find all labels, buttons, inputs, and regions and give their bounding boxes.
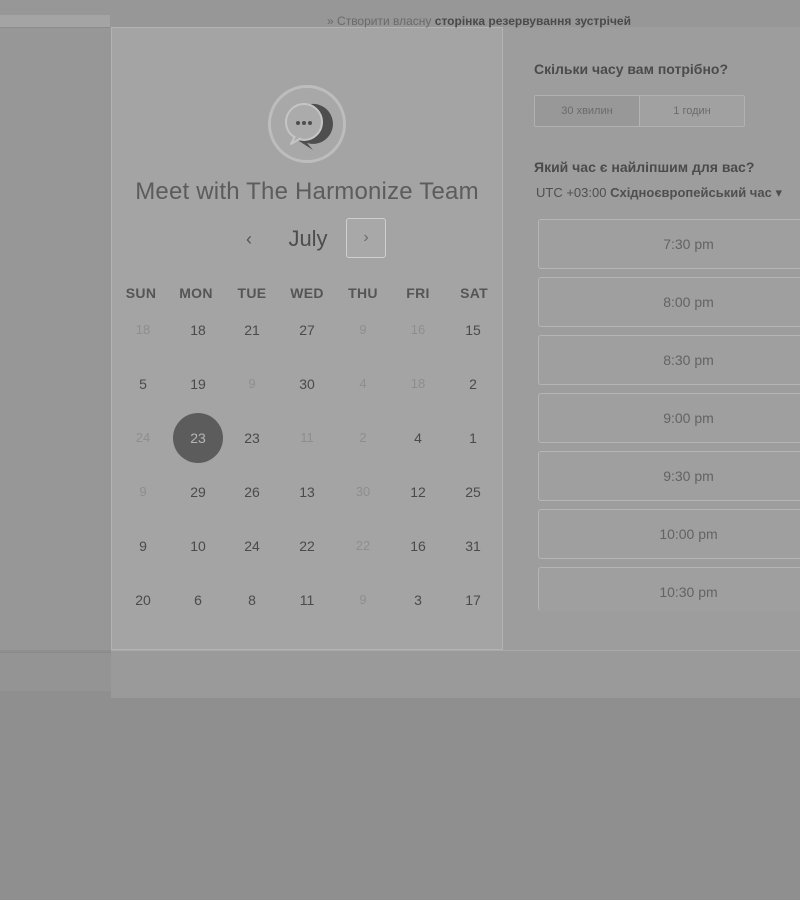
duration-selector: 30 хвилин 1 годин [534, 95, 745, 127]
calendar-day: 24 [135, 430, 151, 445]
calendar-day[interactable]: 17 [448, 575, 498, 625]
duration-option-1-hour[interactable]: 1 годин [640, 96, 744, 126]
calendar-day: 18 [410, 376, 426, 391]
footer-create-link[interactable]: » Створити власну сторінка резервування … [327, 14, 631, 28]
calendar-day[interactable]: 31 [448, 521, 498, 571]
timezone-offset: UTC +03:00 [536, 185, 607, 200]
calendar-day[interactable]: 20 [118, 575, 168, 625]
duration-option-30-min[interactable]: 30 хвилин [535, 96, 640, 126]
footer-link-text: сторінка резервування зустрічей [434, 14, 631, 28]
calendar-day[interactable]: 5 [118, 359, 168, 409]
month-label: July [288, 226, 328, 251]
weekday-label: THU [348, 285, 378, 301]
calendar-day[interactable]: 9 [118, 521, 168, 571]
calendar-day[interactable]: 19 [173, 359, 223, 409]
weekday-header: SUN MON TUE WED THU FRI SAT [113, 285, 503, 303]
calendar-day[interactable]: 15 [448, 305, 498, 355]
calendar-day[interactable]: 30 [282, 359, 332, 409]
calendar-day[interactable]: 10 [173, 521, 223, 571]
duration-question: Скільки часу вам потрібно? [534, 61, 729, 77]
time-slot-button[interactable]: 9:00 pm [538, 393, 800, 443]
timezone-name: Східноєвропейський час [610, 185, 772, 200]
calendar-day[interactable]: 2 [448, 359, 498, 409]
weekday-label: FRI [406, 285, 430, 301]
calendar-day: 30 [355, 484, 371, 499]
weekday-label: MON [179, 285, 213, 301]
page-title: Meet with The Harmonize Team [135, 178, 479, 205]
next-month-button[interactable]: › [346, 218, 386, 258]
calendar-day[interactable]: 6 [173, 575, 223, 625]
calendar-day[interactable]: 26 [227, 467, 277, 517]
time-slot-button[interactable]: 10:00 pm [538, 509, 800, 559]
time-slot-button[interactable]: 7:30 pm [538, 219, 800, 269]
calendar-day[interactable]: 21 [227, 305, 277, 355]
weekday-label: WED [290, 285, 324, 301]
calendar-day[interactable]: 16 [393, 521, 443, 571]
chat-logo-icon [268, 85, 346, 163]
time-slot-button[interactable]: 8:30 pm [538, 335, 800, 385]
calendar-day: 9 [359, 322, 367, 337]
calendar-day[interactable]: 18 [173, 305, 223, 355]
calendar-day: 9 [359, 592, 367, 607]
calendar-day: 9 [248, 376, 256, 391]
calendar-day[interactable]: 22 [282, 521, 332, 571]
calendar-day[interactable]: 27 [282, 305, 332, 355]
calendar-day[interactable]: 24 [227, 521, 277, 571]
weekday-label: TUE [237, 285, 267, 301]
calendar-day: 22 [355, 538, 371, 553]
calendar-day: 18 [135, 322, 151, 337]
calendar-day: 11 [300, 430, 314, 445]
calendar-day: 4 [359, 376, 367, 391]
time-slot-button[interactable]: 10:30 pm [538, 567, 800, 611]
selected-day[interactable]: 23 [173, 413, 223, 463]
weekday-label: SUN [125, 285, 157, 301]
calendar-day[interactable]: 3 [393, 575, 443, 625]
calendar-day[interactable]: 4 [393, 413, 443, 463]
calendar-day: 9 [139, 484, 147, 499]
calendar-day[interactable]: 11 [282, 575, 332, 625]
calendar-day[interactable]: 1 [448, 413, 498, 463]
calendar-day[interactable]: 25 [448, 467, 498, 517]
time-slot-button[interactable]: 9:30 pm [538, 451, 800, 501]
calendar-day[interactable]: 13 [282, 467, 332, 517]
calendar-day[interactable]: 23 [227, 413, 277, 463]
calendar-day[interactable]: 29 [173, 467, 223, 517]
calendar-day[interactable]: 8 [227, 575, 277, 625]
calendar-day[interactable]: 12 [393, 467, 443, 517]
time-slot-button[interactable]: 8:00 pm [538, 277, 800, 327]
calendar-day: 2 [359, 430, 367, 445]
chevron-down-icon: ▾ [775, 185, 782, 200]
background-top-strip [0, 15, 110, 28]
time-question: Який час є найліпшим для вас? [534, 159, 755, 175]
footer-bar [111, 650, 800, 698]
previous-month-button[interactable]: ‹ [232, 222, 266, 256]
double-chevron-icon: » [327, 14, 334, 28]
weekday-label: SAT [460, 285, 488, 301]
timezone-selector[interactable]: UTC +03:00 Східноєвропейський час ▾ [536, 185, 782, 201]
footer-prefix: Створити власну [337, 14, 432, 28]
month-navigation: ‹ July › [111, 218, 503, 260]
calendar-day: 16 [410, 322, 426, 337]
